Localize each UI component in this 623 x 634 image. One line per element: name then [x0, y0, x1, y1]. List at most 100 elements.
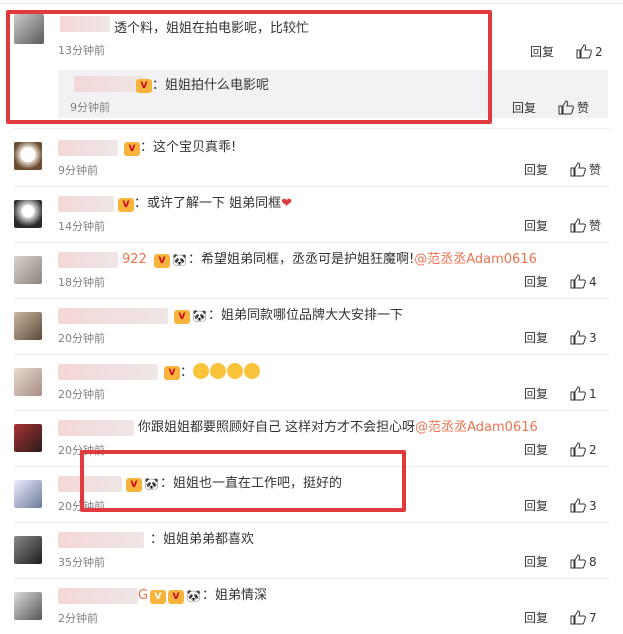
like-count: 3	[589, 499, 597, 513]
comment-text: ：姐弟同款哪位品牌大大安排一下	[208, 308, 404, 323]
username-blurred[interactable]	[58, 588, 138, 604]
vip-badge-icon: V	[174, 310, 190, 324]
thumbs-up-icon	[570, 610, 586, 625]
heart-emoji-icon: ❤	[281, 196, 293, 211]
like-count: 4	[589, 275, 597, 289]
top-divider	[0, 0, 623, 4]
like-button[interactable]: 2	[570, 442, 597, 458]
avatar[interactable]	[14, 312, 42, 340]
panda-emoji-icon: 🐼	[186, 589, 201, 603]
comment-time: 9分钟前	[58, 164, 98, 177]
reply-button[interactable]: 回复	[524, 554, 548, 570]
username-blurred[interactable]	[58, 532, 144, 548]
username-blurred[interactable]	[58, 364, 158, 380]
like-count: 2	[589, 443, 597, 457]
username-tail[interactable]: G	[138, 587, 148, 605]
grin-emoji-icon	[193, 363, 210, 379]
like-count: 3	[589, 331, 597, 345]
comment-text: ：	[180, 363, 261, 382]
thumbs-up-icon	[576, 44, 592, 59]
vip-badge-icon: V	[154, 254, 170, 268]
comment-time: 20分钟前	[58, 332, 105, 345]
username-blurred[interactable]	[58, 252, 118, 268]
vip-badge-icon: V	[118, 198, 134, 212]
like-button[interactable]: 4	[570, 274, 597, 290]
like-button[interactable]: 3	[570, 330, 597, 346]
avatar[interactable]	[14, 536, 42, 564]
like-button[interactable]: 3	[570, 498, 597, 514]
like-count: 赞	[589, 163, 602, 177]
like-button[interactable]: 2	[576, 44, 603, 60]
comment-item: V ：这个宝贝真乖! 9分钟前 回复 赞	[14, 136, 610, 186]
comment-time: 20分钟前	[58, 388, 105, 401]
like-button[interactable]: 8	[570, 554, 597, 570]
like-button[interactable]: 赞	[570, 162, 601, 178]
username-blurred[interactable]	[58, 140, 118, 156]
panda-emoji-icon: 🐼	[192, 309, 207, 323]
username-blurred[interactable]	[58, 420, 134, 436]
grin-emoji-icon	[227, 363, 244, 379]
reply-button[interactable]: 回复	[524, 610, 548, 626]
comment-text: ：姐姐弟弟都喜欢	[150, 532, 255, 547]
reply-button[interactable]: 回复	[524, 498, 548, 514]
avatar[interactable]	[14, 256, 42, 284]
divider	[14, 354, 610, 355]
divider	[14, 522, 610, 523]
grin-emoji-icon	[244, 363, 261, 379]
comment-text-body: ：希望姐弟同框，丞丞可是护姐狂魔啊!	[188, 252, 415, 267]
avatar[interactable]	[14, 424, 42, 452]
avatar[interactable]	[14, 592, 42, 620]
divider	[14, 186, 610, 187]
mention-link[interactable]: @范丞丞Adam0616	[415, 420, 538, 435]
comment-item: V ：或许了解一下 姐弟同框❤ 14分钟前 回复 赞	[14, 192, 610, 242]
divider	[14, 298, 610, 299]
reply-button[interactable]: 回复	[524, 162, 548, 178]
like-button[interactable]: 赞	[558, 100, 589, 116]
username-blurred[interactable]	[58, 308, 168, 324]
comment-item: V ： 20分钟前 回复 1	[14, 360, 610, 410]
like-count: 赞	[589, 219, 602, 233]
like-count: 7	[589, 611, 597, 625]
highlight-box	[80, 450, 406, 512]
thumbs-up-icon	[570, 330, 586, 345]
avatar[interactable]	[14, 368, 42, 396]
comment-text: 你跟姐姐都要照顾好自己 这样对方才不会担心呀@范丞丞Adam0616	[138, 419, 538, 437]
vip-badge-icon: V	[150, 590, 166, 604]
reply-button[interactable]: 回复	[524, 274, 548, 290]
comment-text-body: 你跟姐姐都要照顾好自己 这样对方才不会担心呀	[138, 420, 416, 435]
like-button[interactable]: 赞	[570, 218, 601, 234]
comment-time: 18分钟前	[58, 276, 105, 289]
comment-text: ：这个宝贝真乖!	[140, 140, 237, 155]
panda-emoji-icon: 🐼	[172, 253, 187, 267]
avatar[interactable]	[14, 480, 42, 508]
comment-time: 2分钟前	[58, 612, 98, 625]
mention-link[interactable]: @范丞丞Adam0616	[414, 252, 537, 267]
like-button[interactable]: 7	[570, 610, 597, 626]
divider	[14, 242, 610, 243]
comment-item: G V V 🐼 ：姐弟情深 2分钟前 回复 7	[14, 584, 610, 632]
thumbs-up-icon	[570, 386, 586, 401]
reply-button[interactable]: 回复	[524, 330, 548, 346]
avatar[interactable]	[14, 142, 42, 170]
reply-button[interactable]: 回复	[530, 44, 554, 60]
comment-time: 35分钟前	[58, 556, 105, 569]
vip-badge-icon: V	[164, 366, 180, 380]
thumbs-up-icon	[570, 162, 586, 177]
username-tail[interactable]: 922	[122, 251, 147, 269]
like-count: 2	[595, 45, 603, 59]
grin-emoji-icon	[210, 363, 227, 379]
thumbs-up-icon	[570, 274, 586, 289]
reply-button[interactable]: 回复	[512, 100, 536, 116]
reply-button[interactable]: 回复	[524, 386, 548, 402]
comment-item: 922 V 🐼 ：希望姐弟同框，丞丞可是护姐狂魔啊!@范丞丞Adam0616 1…	[14, 248, 610, 298]
reply-button[interactable]: 回复	[524, 442, 548, 458]
avatar[interactable]	[14, 200, 42, 228]
highlight-box	[6, 10, 492, 124]
reply-button[interactable]: 回复	[524, 218, 548, 234]
like-count: 1	[589, 387, 597, 401]
comment-text: ：希望姐弟同框，丞丞可是护姐狂魔啊!@范丞丞Adam0616	[188, 251, 537, 269]
username-blurred[interactable]	[58, 196, 114, 212]
thumbs-up-icon	[570, 442, 586, 457]
like-button[interactable]: 1	[570, 386, 597, 402]
like-count: 8	[589, 555, 597, 569]
